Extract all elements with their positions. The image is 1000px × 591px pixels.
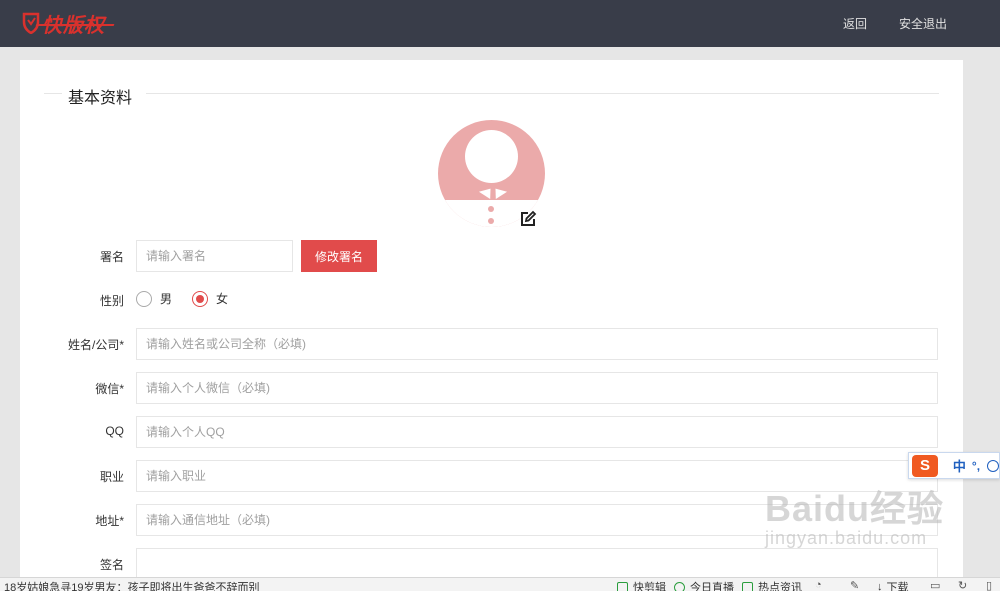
quick-edit-label: 快剪辑 xyxy=(633,582,666,591)
shirt-button xyxy=(488,218,494,224)
occupation-input[interactable] xyxy=(136,460,938,492)
occupation-label: 职业 xyxy=(99,470,124,484)
ime-toolbar[interactable]: S 中 °, xyxy=(908,452,1000,479)
avatar-head xyxy=(465,130,518,183)
live-item[interactable]: 今日直播 xyxy=(674,579,734,591)
brand-logo[interactable]: 快版权 xyxy=(22,9,105,37)
pin-icon[interactable]: ✎ xyxy=(850,579,859,591)
section-title: 基本资料 xyxy=(68,90,133,107)
address-input[interactable] xyxy=(136,504,938,536)
profile-card: 基本资料 署名 修改署名 性别 男 女 姓名/公司* 微信* QQ 职业 地址*… xyxy=(20,60,963,591)
back-link[interactable]: 返回 xyxy=(843,15,867,32)
refresh-icon[interactable]: ↻ xyxy=(958,579,967,591)
hot-news-label: 热点资讯 xyxy=(758,582,802,591)
ime-emoji-icon[interactable] xyxy=(987,459,999,472)
window-icon[interactable]: ▭ xyxy=(930,579,940,591)
shirt-button xyxy=(488,206,494,212)
browser-status-bar: 18岁姑娘急寻19岁男友：孩子即将出生爸爸不辞而别 快剪辑 今日直播 热点资讯 … xyxy=(0,577,1000,591)
download-label: 下载 xyxy=(886,582,909,591)
name-company-input[interactable] xyxy=(136,328,938,360)
play-icon xyxy=(617,581,628,591)
gender-male-radio[interactable] xyxy=(136,290,152,307)
download-item[interactable]: ↓ 下载 xyxy=(877,579,909,591)
signature-label: 署名 xyxy=(99,250,124,264)
ime-mode[interactable]: 中 xyxy=(953,456,966,475)
signature-input[interactable] xyxy=(136,240,293,272)
wechat-input[interactable] xyxy=(136,372,938,404)
name-company-label: 姓名/公司* xyxy=(67,338,124,352)
live-label: 今日直播 xyxy=(690,582,734,591)
download-icon: ↓ xyxy=(877,581,883,591)
logo-text: 快版权 xyxy=(42,12,105,37)
gender-female-label: 女 xyxy=(216,292,229,306)
divider xyxy=(146,93,939,94)
ime-punct-icon[interactable]: °, xyxy=(972,459,980,473)
edit-avatar-icon[interactable] xyxy=(519,210,537,228)
qq-input[interactable] xyxy=(136,416,938,448)
address-label: 地址* xyxy=(95,514,124,528)
gender-female-radio[interactable] xyxy=(192,290,209,307)
news-icon xyxy=(742,581,753,591)
bio-label: 签名 xyxy=(99,558,124,572)
gender-radio-group: 男 女 xyxy=(136,290,228,307)
logout-link[interactable]: 安全退出 xyxy=(899,15,947,32)
sogou-logo-icon[interactable]: S xyxy=(912,454,938,477)
gender-label: 性别 xyxy=(99,294,124,308)
top-nav-bar: 快版权 返回 安全退出 xyxy=(0,0,1000,47)
divider xyxy=(44,93,62,94)
live-icon xyxy=(674,581,685,591)
logo-underline xyxy=(35,24,115,26)
gender-male-label: 男 xyxy=(160,292,173,306)
shield-icon xyxy=(22,12,40,34)
tool-icon[interactable]: ◔ xyxy=(815,579,822,591)
news-ticker[interactable]: 18岁姑娘急寻19岁男友：孩子即将出生爸爸不辞而别 xyxy=(4,579,259,591)
hot-news-item[interactable]: 热点资讯 xyxy=(742,579,802,591)
modify-signature-button[interactable]: 修改署名 xyxy=(301,240,377,272)
panel-icon[interactable]: ▯ xyxy=(986,579,992,591)
wechat-label: 微信* xyxy=(95,382,124,396)
quick-edit-item[interactable]: 快剪辑 xyxy=(617,579,666,591)
qq-label: QQ xyxy=(105,424,124,438)
